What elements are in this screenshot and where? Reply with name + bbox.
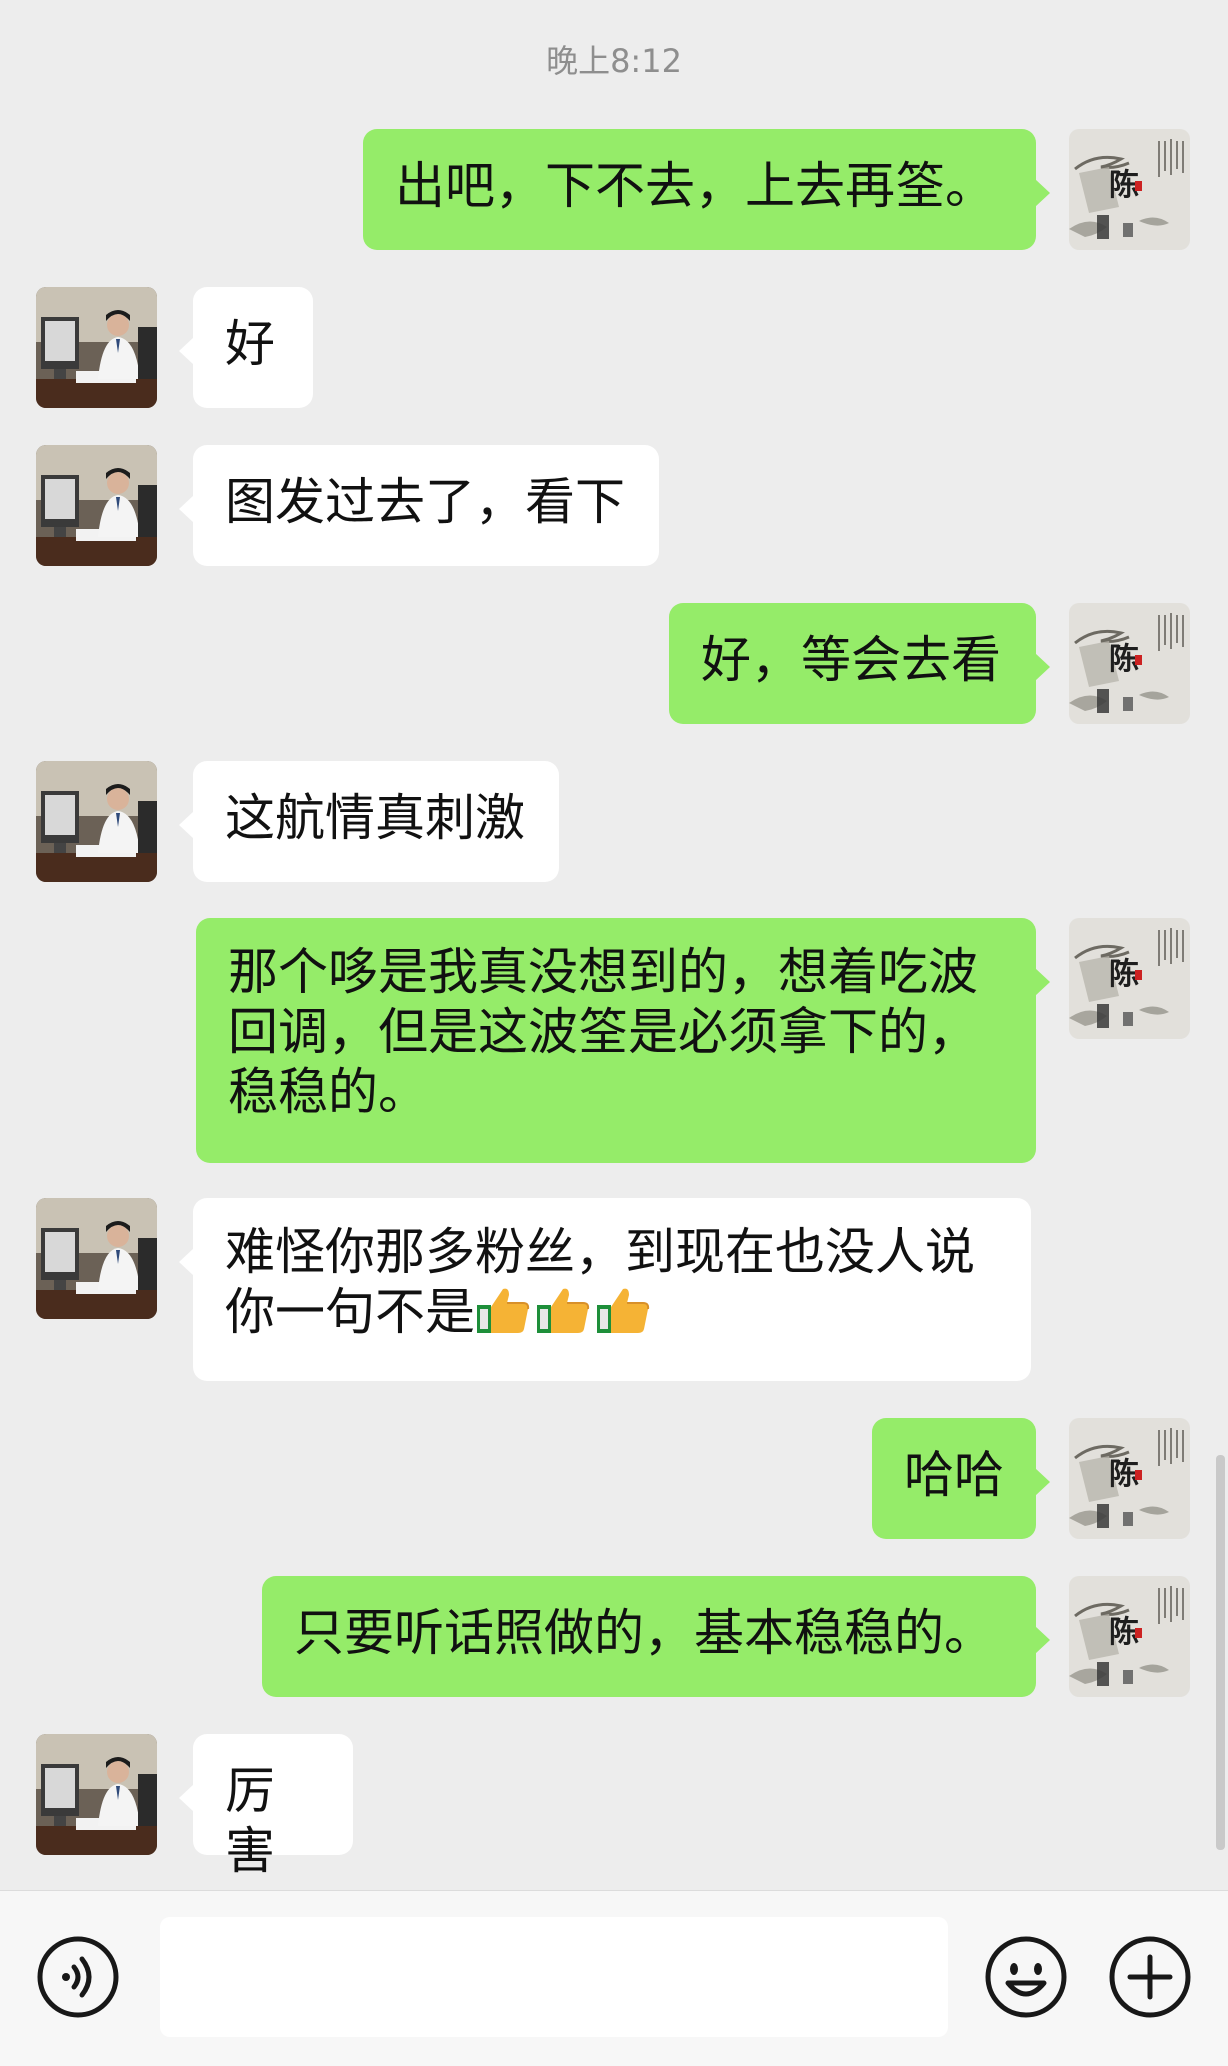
input-bar xyxy=(0,1890,1228,2066)
self-avatar[interactable] xyxy=(1069,129,1190,250)
message-text: 厉害 xyxy=(225,1762,275,1880)
message-text: 出吧，下不去，上去再筌。 xyxy=(395,157,995,215)
contact-avatar[interactable] xyxy=(36,1734,157,1855)
message-text-line: 回调，但是这波筌是必须拿下的， xyxy=(228,1003,978,1061)
message-text-line: 你一句不是 xyxy=(225,1283,475,1341)
message-bubble-outgoing[interactable]: 那个哆是我真没想到的，想着吃波 回调，但是这波筌是必须拿下的， 稳稳的。 xyxy=(196,918,1050,1163)
self-avatar[interactable] xyxy=(1069,1576,1190,1697)
contact-avatar-icon xyxy=(36,287,157,408)
message-bubble-incoming[interactable]: 厉害 xyxy=(179,1734,353,1880)
contact-avatar-icon xyxy=(36,1734,157,1855)
message-bubble-outgoing[interactable]: 哈哈 xyxy=(872,1418,1050,1539)
contact-avatar-icon xyxy=(36,445,157,566)
message-timestamp: 晚上8:12 xyxy=(546,42,682,80)
scrollbar[interactable] xyxy=(1216,1455,1225,1850)
voice-mode-button[interactable] xyxy=(36,1935,120,2019)
message-text-line: 难怪你那多粉丝，到现在也没人说 xyxy=(225,1223,975,1281)
message-text-line-with-emoji: 你一句不是 xyxy=(225,1282,999,1342)
message-text: 这航情真刺激 xyxy=(225,789,525,847)
emoji-icon xyxy=(985,1936,1067,2018)
message-input[interactable] xyxy=(160,1917,948,2037)
thumbs-up-icon xyxy=(475,1285,531,1335)
thumbs-up-icon xyxy=(535,1285,591,1335)
message-text: 好，等会去看 xyxy=(701,631,1001,689)
self-avatar[interactable] xyxy=(1069,918,1190,1039)
message-text: 哈哈 xyxy=(904,1446,1004,1504)
self-avatar[interactable] xyxy=(1069,603,1190,724)
emoji-button[interactable] xyxy=(984,1935,1068,2019)
thumbs-up-icon xyxy=(595,1285,651,1335)
contact-avatar-icon xyxy=(36,1198,157,1319)
message-bubble-incoming[interactable]: 难怪你那多粉丝，到现在也没人说 你一句不是 xyxy=(179,1198,1031,1381)
message-bubble-outgoing[interactable]: 只要听话照做的，基本稳稳的。 xyxy=(262,1576,1050,1697)
message-bubble-outgoing[interactable]: 出吧，下不去，上去再筌。 xyxy=(363,129,1050,250)
message-text-line: 稳稳的。 xyxy=(228,1063,428,1121)
message-bubble-incoming[interactable]: 图发过去了，看下 xyxy=(179,445,659,566)
chat-area[interactable]: 晚上8:12 出吧，下不去，上去再筌。 好 图发过去了，看下 好，等会去看 这航… xyxy=(0,0,1228,1890)
self-avatar[interactable] xyxy=(1069,1418,1190,1539)
message-text-line: 那个哆是我真没想到的，想着吃波 xyxy=(228,943,978,1001)
message-text: 图发过去了，看下 xyxy=(225,473,625,531)
message-bubble-incoming[interactable]: 好 xyxy=(179,287,313,408)
contact-avatar[interactable] xyxy=(36,1198,157,1319)
plus-icon xyxy=(1109,1936,1191,2018)
message-bubble-outgoing[interactable]: 好，等会去看 xyxy=(669,603,1050,724)
message-text: 只要听话照做的，基本稳稳的。 xyxy=(294,1604,994,1662)
message-text: 好 xyxy=(225,315,275,373)
more-actions-button[interactable] xyxy=(1108,1935,1192,2019)
contact-avatar[interactable] xyxy=(36,761,157,882)
voice-mode-icon xyxy=(37,1936,119,2018)
contact-avatar[interactable] xyxy=(36,445,157,566)
contact-avatar-icon xyxy=(36,761,157,882)
contact-avatar[interactable] xyxy=(36,287,157,408)
message-bubble-incoming[interactable]: 这航情真刺激 xyxy=(179,761,559,882)
